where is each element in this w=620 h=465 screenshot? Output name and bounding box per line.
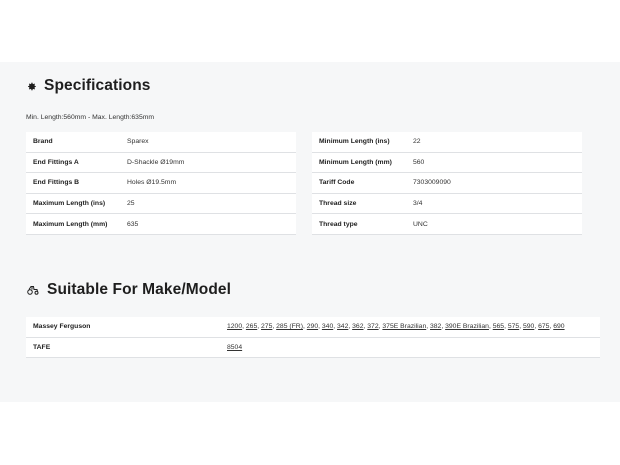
model-link[interactable]: 390E Brazilian [445,323,489,330]
spec-value: 3/4 [413,200,423,208]
model-link[interactable]: 565 [493,323,504,330]
spec-value: Holes Ø19.5mm [127,179,177,187]
model-link[interactable]: 375E Brazilian [382,323,426,330]
tractor-icon [27,286,39,295]
spec-value: 635 [127,220,139,228]
model-link[interactable]: 675 [538,323,549,330]
model-link[interactable]: 372 [367,323,378,330]
spec-row: Maximum Length (mm) 635 [26,214,296,235]
spec-label: Maximum Length (mm) [33,220,108,228]
spec-table-left: Brand Sparex End Fittings A D-Shackle Ø1… [26,132,296,235]
make-row: Massey Ferguson 1200, 265, 275, 285 (FR)… [26,317,600,338]
spec-value: 25 [127,200,135,208]
spec-row: Tariff Code 7303009090 [312,173,582,194]
spec-row: Maximum Length (ins) 25 [26,193,296,215]
model-links: 8504 [227,344,600,351]
spec-row: End Fittings B Holes Ø19.5mm [26,173,296,194]
model-link[interactable]: 275 [261,323,272,330]
spec-value: 22 [413,138,421,146]
model-link[interactable]: 342 [337,323,348,330]
length-range-note: Min. Length:560mm - Max. Length:635mm [26,114,155,121]
spec-row: Thread type UNC [312,214,582,235]
suitable-table: Massey Ferguson 1200, 265, 275, 285 (FR)… [26,317,600,358]
spec-value: Sparex [127,138,149,146]
model-link[interactable]: 362 [352,323,363,330]
spec-label: End Fittings A [33,158,79,166]
spec-row: Minimum Length (ins) 22 [312,132,582,153]
model-link[interactable]: 1200 [227,323,242,330]
model-link[interactable]: 285 (FR) [276,323,303,330]
spec-table-right: Minimum Length (ins) 22 Minimum Length (… [312,132,582,235]
specifications-title: Specifications [44,77,151,94]
suitable-heading: Suitable For Make/Model [26,281,231,299]
model-link[interactable]: 265 [246,323,257,330]
model-links: 1200, 265, 275, 285 (FR), 290, 340, 342,… [227,323,565,331]
spec-label: Thread size [319,200,357,208]
spec-value: 7303009090 [413,179,451,187]
model-link[interactable]: 575 [508,323,519,330]
spec-label: Tariff Code [319,179,355,187]
spec-label: Maximum Length (ins) [33,200,106,208]
make-label: TAFE [33,343,51,351]
spec-value: D-Shackle Ø19mm [127,158,185,166]
model-link[interactable]: 590 [523,323,534,330]
spec-label: End Fittings B [33,179,80,187]
spec-label: Thread type [319,220,358,228]
gear-icon [28,82,36,90]
spec-row: End Fittings A D-Shackle Ø19mm [26,152,296,174]
spec-value: UNC [413,220,428,228]
model-link[interactable]: 340 [322,323,333,330]
spec-row: Brand Sparex [26,132,296,153]
model-link[interactable]: 290 [307,323,318,330]
model-link[interactable]: 690 [553,323,564,330]
spec-value: 560 [413,158,425,166]
model-link[interactable]: 8504 [227,344,242,351]
spec-label: Minimum Length (ins) [319,138,390,146]
model-link[interactable]: 382 [430,323,441,330]
suitable-title: Suitable For Make/Model [47,281,232,298]
spec-row: Minimum Length (mm) 560 [312,152,582,174]
spec-label: Brand [33,138,53,146]
make-row: TAFE 8504 [26,337,600,358]
specifications-heading: Specifications [26,77,151,95]
spec-row: Thread size 3/4 [312,193,582,215]
spec-label: Minimum Length (mm) [319,158,392,166]
make-label: Massey Ferguson [33,323,91,331]
